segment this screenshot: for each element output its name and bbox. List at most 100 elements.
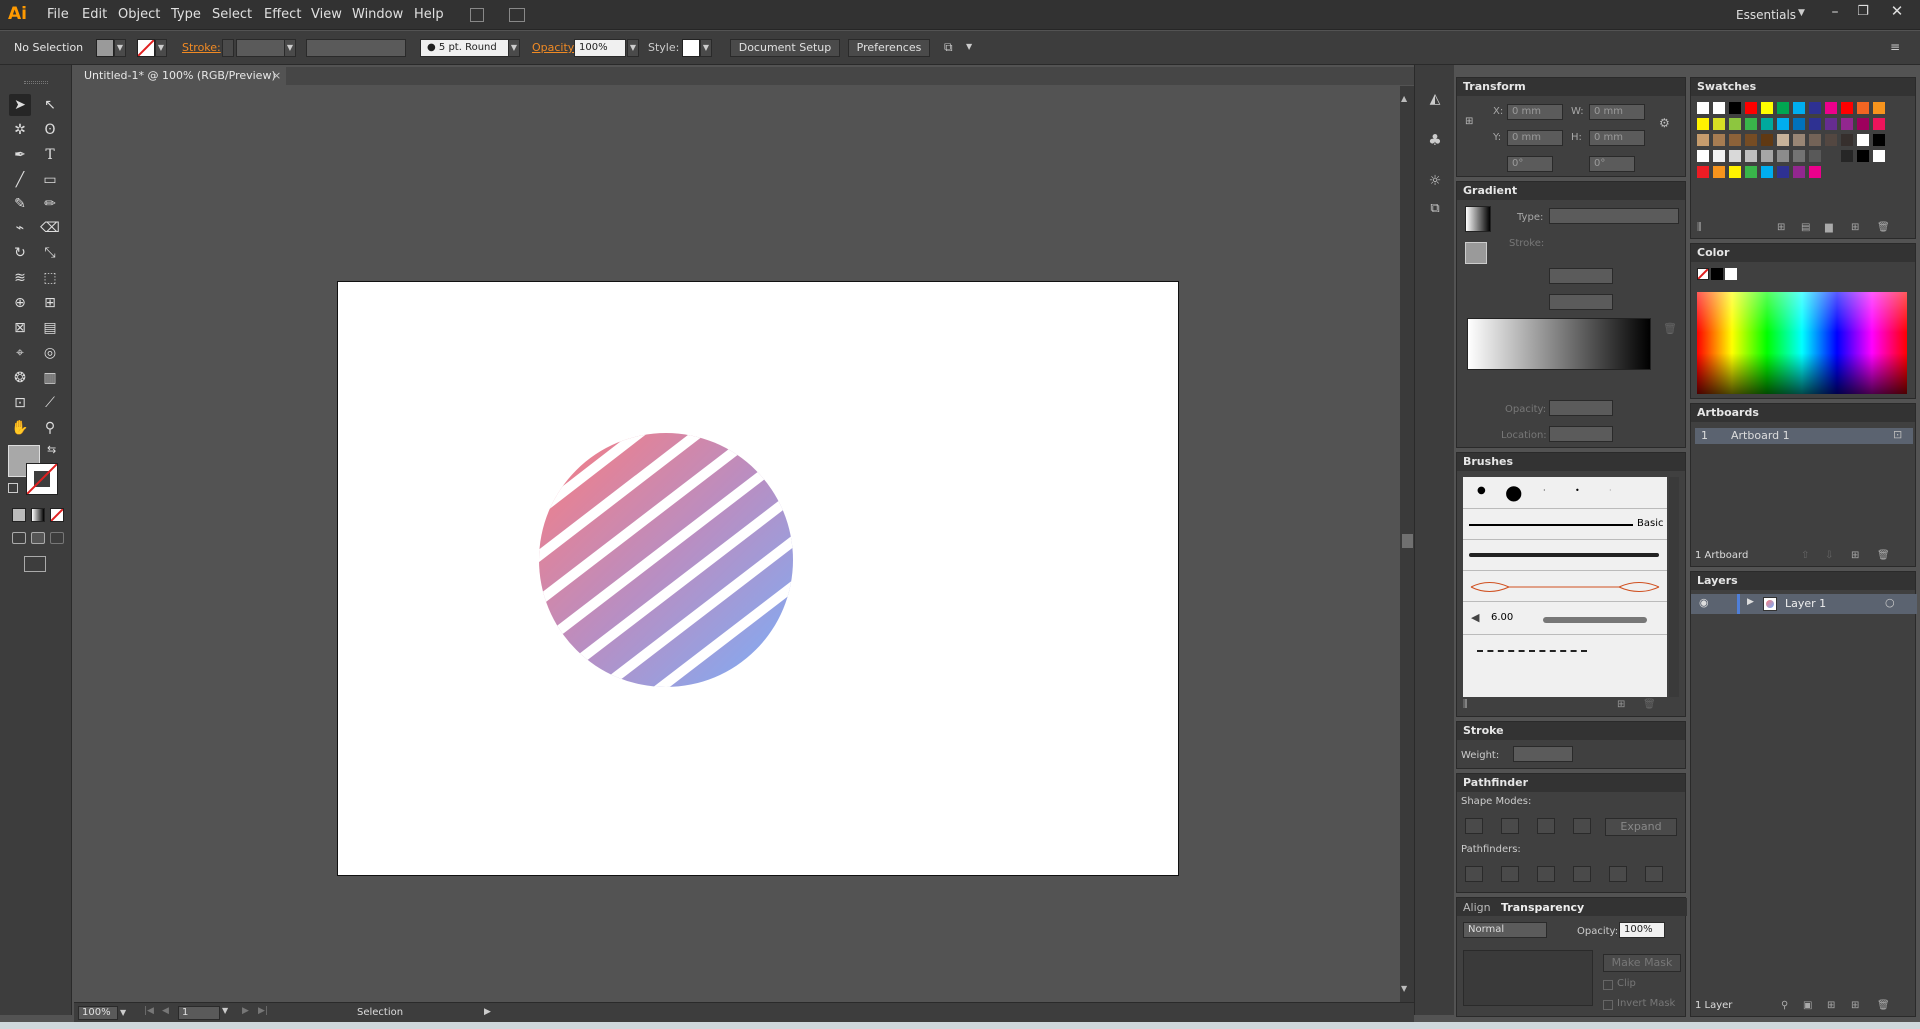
swatch[interactable] [1873,134,1885,146]
divide-icon[interactable] [1465,866,1483,882]
swatch[interactable] [1745,118,1757,130]
pen-tool-icon[interactable]: ✒ [9,144,31,166]
swatch[interactable] [1697,134,1709,146]
swatch-libraries-menu-icon[interactable]: ⫼ [1697,222,1702,233]
symbols-panel-icon[interactable]: ♣ [1425,131,1445,151]
minimize-button[interactable]: – [1822,4,1848,22]
pathfinder-panel-title[interactable]: Pathfinder [1457,774,1685,792]
swap-fill-stroke-icon[interactable]: ⇆ [47,443,56,456]
minus-front-icon[interactable] [1501,818,1519,834]
previous-artboard-icon[interactable]: ◀ [162,1006,169,1016]
graphic-styles-panel-icon[interactable]: ◭ [1425,91,1445,111]
swatch[interactable] [1761,166,1773,178]
layers-panel-title[interactable]: Layers [1691,572,1915,590]
color-panel-title[interactable]: Color [1691,244,1915,262]
delete-swatch-icon[interactable]: 🗑 [1877,222,1890,233]
first-artboard-icon[interactable]: |◀ [144,1006,154,1016]
visibility-eye-icon[interactable]: ◉ [1699,596,1709,609]
brush-tip-calligraphic[interactable]: • [1575,486,1580,495]
layer-name[interactable]: Layer 1 [1785,597,1826,610]
brushes-panel-title[interactable]: Brushes [1457,453,1685,471]
swatch[interactable] [1809,166,1821,178]
screen-mode-icon[interactable] [24,556,46,572]
gradient-slider[interactable] [1467,318,1651,370]
delete-stop-icon[interactable]: 🗑 [1663,322,1677,335]
brush-row-charcoal[interactable] [1463,541,1667,571]
color-none-swatch[interactable] [1697,268,1709,280]
outline-icon[interactable] [1609,866,1627,882]
color-black-swatch[interactable] [1711,268,1723,280]
h-field[interactable]: 0 mm [1589,130,1645,146]
swatch[interactable] [1745,150,1757,162]
free-transform-tool-icon[interactable]: ⬚ [39,267,61,289]
lasso-tool-icon[interactable]: ʘ [39,119,61,141]
expand-layer-icon[interactable]: ▶ [1747,597,1754,607]
brush-dropdown[interactable]: ▼ [508,39,520,57]
status-menu-arrow-icon[interactable]: ▶ [484,1007,491,1017]
artboard-dropdown[interactable]: ▼ [222,1006,228,1015]
swatch[interactable] [1729,102,1741,114]
gradient-angle-field[interactable] [1549,268,1613,284]
gradient-type-dropdown[interactable] [1549,208,1679,224]
scroll-up-arrow-icon[interactable]: ▲ [1401,94,1407,103]
swatch[interactable] [1761,118,1773,130]
brush-tip-small[interactable]: ● [1477,485,1486,496]
graphic-style-dropdown[interactable]: ▼ [700,39,712,57]
paintbrush-tool-icon[interactable]: ✎ [9,193,31,215]
swatch[interactable] [1713,166,1725,178]
swatch[interactable] [1697,150,1709,162]
swatch[interactable] [1873,118,1885,130]
unite-icon[interactable] [1465,818,1483,834]
swatch-kind-icon[interactable]: ⊞ [1777,222,1785,233]
swatch[interactable] [1793,118,1805,130]
stroke-weight-dropdown[interactable]: ▼ [284,39,296,57]
gradient-opacity-field[interactable] [1549,400,1613,416]
warp-tool-icon[interactable]: ≋ [9,267,31,289]
swatch[interactable] [1809,150,1821,162]
trim-icon[interactable] [1501,866,1519,882]
fill-swatch[interactable] [96,39,114,57]
stroke-swatch[interactable] [137,39,155,57]
menu-window[interactable]: Window [352,7,403,23]
stroke-panel-title[interactable]: Stroke [1457,722,1685,740]
swatch[interactable] [1825,102,1837,114]
brush-tip-large[interactable]: ● [1505,480,1522,504]
line-segment-tool-icon[interactable]: ╱ [9,169,31,191]
y-field[interactable]: 0 mm [1507,130,1563,146]
gradient-thumbnail[interactable] [1465,206,1491,232]
color-white-swatch[interactable] [1725,268,1737,280]
swatch[interactable] [1713,150,1725,162]
zoom-level-field[interactable]: 100% [78,1006,118,1020]
swatch[interactable] [1825,118,1837,130]
swatch[interactable] [1697,118,1709,130]
stroke-weight-stepper[interactable] [222,39,234,57]
menu-view[interactable]: View [311,7,342,23]
intersect-icon[interactable] [1537,818,1555,834]
reference-point-icon[interactable]: ⊞ [1465,116,1483,134]
swatch[interactable] [1713,134,1725,146]
expand-button[interactable]: Expand [1605,818,1677,836]
swatch[interactable] [1697,166,1709,178]
menu-type[interactable]: Type [171,7,201,23]
menu-file[interactable]: File [47,7,69,23]
stroke-weight-field[interactable] [236,39,286,57]
swatch[interactable] [1745,134,1757,146]
swatch[interactable] [1841,134,1853,146]
swatch[interactable] [1777,166,1789,178]
swatch-grid[interactable] [1697,102,1897,212]
swatch[interactable] [1729,118,1741,130]
swatch[interactable] [1777,150,1789,162]
draw-behind-icon[interactable] [31,532,45,544]
swatch[interactable] [1697,102,1709,114]
swatch[interactable] [1873,150,1885,162]
swatch[interactable] [1809,134,1821,146]
rotate-tool-icon[interactable]: ↻ [9,242,31,264]
swatch[interactable] [1825,134,1837,146]
swatch[interactable] [1825,150,1837,162]
blend-mode-dropdown[interactable]: Normal [1463,922,1547,938]
swatch[interactable] [1809,102,1821,114]
blend-tool-icon[interactable]: ◎ [39,342,61,364]
swatch[interactable] [1729,134,1741,146]
default-fill-stroke-icon[interactable] [8,483,18,493]
direct-selection-tool-icon[interactable]: ↖ [39,94,61,116]
